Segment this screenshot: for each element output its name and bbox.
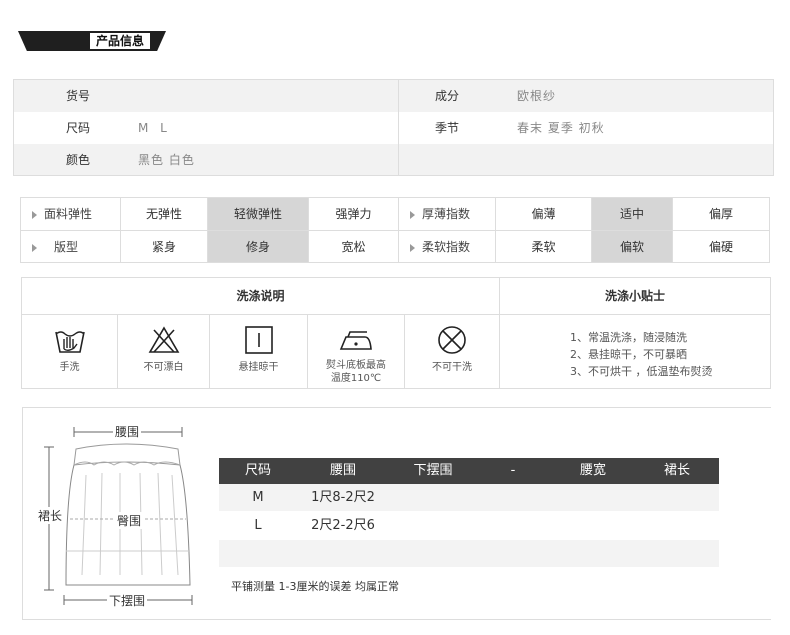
size-label: 尺码 [66,121,91,135]
attr-option: 偏硬 [708,240,733,254]
triangle-marker-icon [32,243,37,252]
hang-dry-icon [244,326,273,354]
info-row [14,80,773,112]
attr-option-selected: 偏软 [592,231,673,262]
size-value: M L [138,121,171,135]
hem-label: 下摆围 [107,592,148,609]
attr-option: 偏薄 [496,198,592,231]
attr-label-elasticity: 面料弹性 [21,198,121,231]
size-table-row [219,540,719,567]
wash-item-hand-wash: 手洗 [22,315,118,388]
attr-label-softness: 柔软指数 [399,231,496,262]
hand-wash-icon [54,331,85,353]
waist-label: 腰围 [113,423,142,440]
triangle-marker-icon [410,210,415,219]
attr-option: 偏厚 [673,198,769,231]
wash-tip: 1、常温洗涤，随浸随洗 [570,331,687,344]
wash-caption: 熨斗底板最高 温度110℃ [326,360,386,384]
color-value: 黑色 白色 [138,153,195,167]
wash-instructions-title: 洗涤说明 [22,278,500,315]
attr-label-fit: 版型 [21,231,121,262]
section-title: 产品信息 [90,33,151,49]
size-table-row: L 2尺2-2尺6 [219,512,719,539]
measurement-note: 平铺测量 1-3厘米的误差 均属正常 [231,580,399,593]
info-divider [398,80,399,175]
product-info-table: 货号 尺码 M L 颜色 黑色 白色 成分 欧根纱 季节 春末 夏季 初秋 [13,79,774,176]
wash-caption: 悬挂晾干 [238,362,279,373]
wash-tip: 3、不可烘干 ，低温垫布熨烫 [570,365,713,378]
attr-option: 宽松 [309,231,399,262]
color-label: 颜色 [66,153,91,167]
no-dry-clean-icon [438,326,466,354]
info-row [14,112,773,144]
hip-label: 臀围 [115,512,144,529]
size-cell: M [252,490,264,505]
composition-label: 成分 [435,89,460,103]
season-label: 季节 [435,121,460,135]
composition-value: 欧根纱 [517,89,557,103]
triangle-marker-icon [32,210,37,219]
attr-option: 柔软 [496,231,592,262]
header-cell: - [510,463,516,478]
attr-option: 紧身 [121,231,208,262]
header-cell: 腰围 [329,463,356,478]
waist-cell: 2尺2-2尺6 [311,518,375,533]
season-value: 春末 夏季 初秋 [517,121,605,135]
wash-item-iron: 熨斗底板最高 温度110℃ [308,315,405,388]
item-no-label: 货号 [66,89,91,103]
section-title-banner: 产品信息 [18,31,166,51]
waist-cell: 1尺8-2尺2 [311,490,375,505]
attr-option-selected: 修身 [208,231,309,262]
header-cell: 腰宽 [579,463,606,478]
attr-option-selected: 轻微弹性 [208,198,309,231]
size-table-header: 尺码 腰围 下摆围 - 腰宽 裙长 [219,458,719,484]
triangle-marker-icon [410,243,415,252]
length-label: 裙长 [38,507,63,524]
wash-tip: 2、悬挂晾干，不可暴晒 [570,348,687,361]
info-row [14,144,773,175]
attr-option-selected: 适中 [592,198,673,231]
wash-caption: 不可漂白 [143,362,184,373]
no-bleach-icon [148,326,179,353]
wash-caption: 不可干洗 [432,362,472,373]
wash-tips-list: 1、常温洗涤，随浸随洗 2、悬挂晾干，不可暴晒 3、不可烘干 ，低温垫布熨烫 [570,329,713,380]
header-cell: 裙长 [663,463,690,478]
attr-label-thickness: 厚薄指数 [399,198,496,231]
wash-item-hang-dry: 悬挂晾干 [210,315,308,388]
attribute-grid: 面料弹性 无弹性 轻微弹性 强弹力 厚薄指数 偏薄 适中 偏厚 版型 紧身 修身… [20,197,770,263]
wash-item-no-bleach: 不可漂白 [118,315,210,388]
wash-tips-title: 洗涤小贴士 [500,278,770,315]
wash-caption: 手洗 [59,362,80,373]
attr-option: 强弹力 [309,198,399,231]
header-cell: 下摆围 [413,463,453,478]
size-cell: L [254,518,262,533]
wash-item-no-dry-clean: 不可干洗 [405,315,500,388]
iron-icon [339,331,372,350]
size-table-row: M 1尺8-2尺2 [219,484,719,511]
wash-section: 洗涤说明 洗涤小贴士 手洗 不可漂白 悬挂晾干 熨斗底板最高 温度110℃ 不可… [21,277,771,389]
attr-option: 无弹性 [121,198,208,231]
header-cell: 尺码 [244,463,271,478]
